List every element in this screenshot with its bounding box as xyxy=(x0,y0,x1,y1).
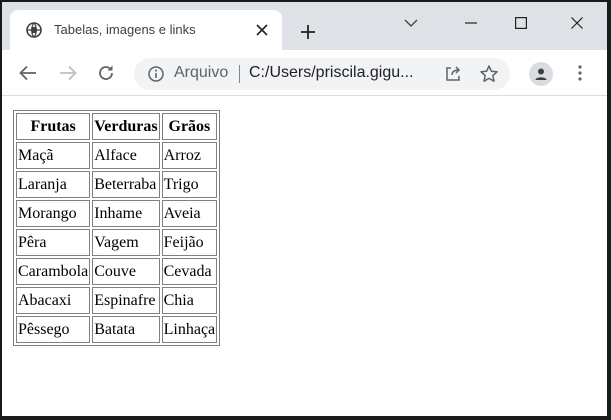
table-row: Morango Inhame Aveia xyxy=(16,200,218,227)
share-icon[interactable] xyxy=(444,65,462,83)
table-cell: Cevada xyxy=(161,258,218,285)
column-header-verduras: Verduras xyxy=(92,113,160,140)
table-row: Pêssego Batata Linhaça xyxy=(16,316,218,343)
globe-icon xyxy=(26,22,42,38)
column-header-frutas: Frutas xyxy=(16,113,91,140)
tab-strip: Tabelas, imagens e links xyxy=(2,2,607,50)
table-cell: Linhaça xyxy=(161,316,218,343)
tab-active[interactable]: Tabelas, imagens e links xyxy=(10,10,282,50)
person-icon[interactable] xyxy=(529,62,553,86)
table-cell: Chia xyxy=(161,287,218,314)
table-row: Pêra Vagem Feijão xyxy=(16,229,218,256)
table-cell: Inhame xyxy=(92,200,160,227)
star-icon[interactable] xyxy=(479,64,499,84)
table-cell: Maçã xyxy=(16,142,91,169)
tab-title: Tabelas, imagens e links xyxy=(54,22,196,37)
table-row: Laranja Beterraba Trigo xyxy=(16,171,218,198)
close-icon[interactable] xyxy=(252,20,272,40)
food-table: Frutas Verduras Grãos Maçã Alface Arroz … xyxy=(13,110,221,346)
chevron-down-icon[interactable] xyxy=(388,10,434,36)
address-scheme-label: Arquivo xyxy=(174,64,229,81)
plus-icon[interactable] xyxy=(294,18,322,46)
table-cell: Espinafre xyxy=(92,287,160,314)
maximize-icon[interactable] xyxy=(498,10,544,36)
table-cell: Batata xyxy=(92,316,160,343)
table-cell: Beterraba xyxy=(92,171,160,198)
reload-icon[interactable] xyxy=(94,61,118,85)
table-row: Carambola Couve Cevada xyxy=(16,258,218,285)
table-cell: Feijão xyxy=(161,229,218,256)
page-content: Frutas Verduras Grãos Maçã Alface Arroz … xyxy=(2,97,607,416)
table-cell: Pêra xyxy=(16,229,91,256)
table-cell: Pêssego xyxy=(16,316,91,343)
table-cell: Abacaxi xyxy=(16,287,91,314)
kebab-menu-icon[interactable] xyxy=(568,61,592,85)
table-cell: Morango xyxy=(16,200,91,227)
table-cell: Couve xyxy=(92,258,160,285)
browser-window: Tabelas, imagens e links Arquivo C:/User… xyxy=(0,0,611,420)
arrow-right-icon[interactable] xyxy=(56,61,80,85)
table-cell: Vagem xyxy=(92,229,160,256)
address-bar[interactable]: Arquivo C:/Users/priscila.gigu... xyxy=(134,58,510,90)
column-header-graos: Grãos xyxy=(161,113,218,140)
browser-toolbar: Arquivo C:/Users/priscila.gigu... xyxy=(2,50,607,96)
table-cell: Aveia xyxy=(161,200,218,227)
table-cell: Carambola xyxy=(16,258,91,285)
table-row: Maçã Alface Arroz xyxy=(16,142,218,169)
table-cell: Laranja xyxy=(16,171,91,198)
address-url[interactable]: C:/Users/priscila.gigu... xyxy=(249,64,414,82)
table-cell: Arroz xyxy=(161,142,218,169)
table-row: Abacaxi Espinafre Chia xyxy=(16,287,218,314)
info-icon[interactable] xyxy=(148,66,164,82)
table-cell: Trigo xyxy=(161,171,218,198)
arrow-left-icon[interactable] xyxy=(16,61,40,85)
table-header-row: Frutas Verduras Grãos xyxy=(16,113,218,140)
close-icon[interactable] xyxy=(554,10,600,36)
minimize-icon[interactable] xyxy=(448,10,494,36)
table-cell: Alface xyxy=(92,142,160,169)
address-separator xyxy=(239,65,240,83)
